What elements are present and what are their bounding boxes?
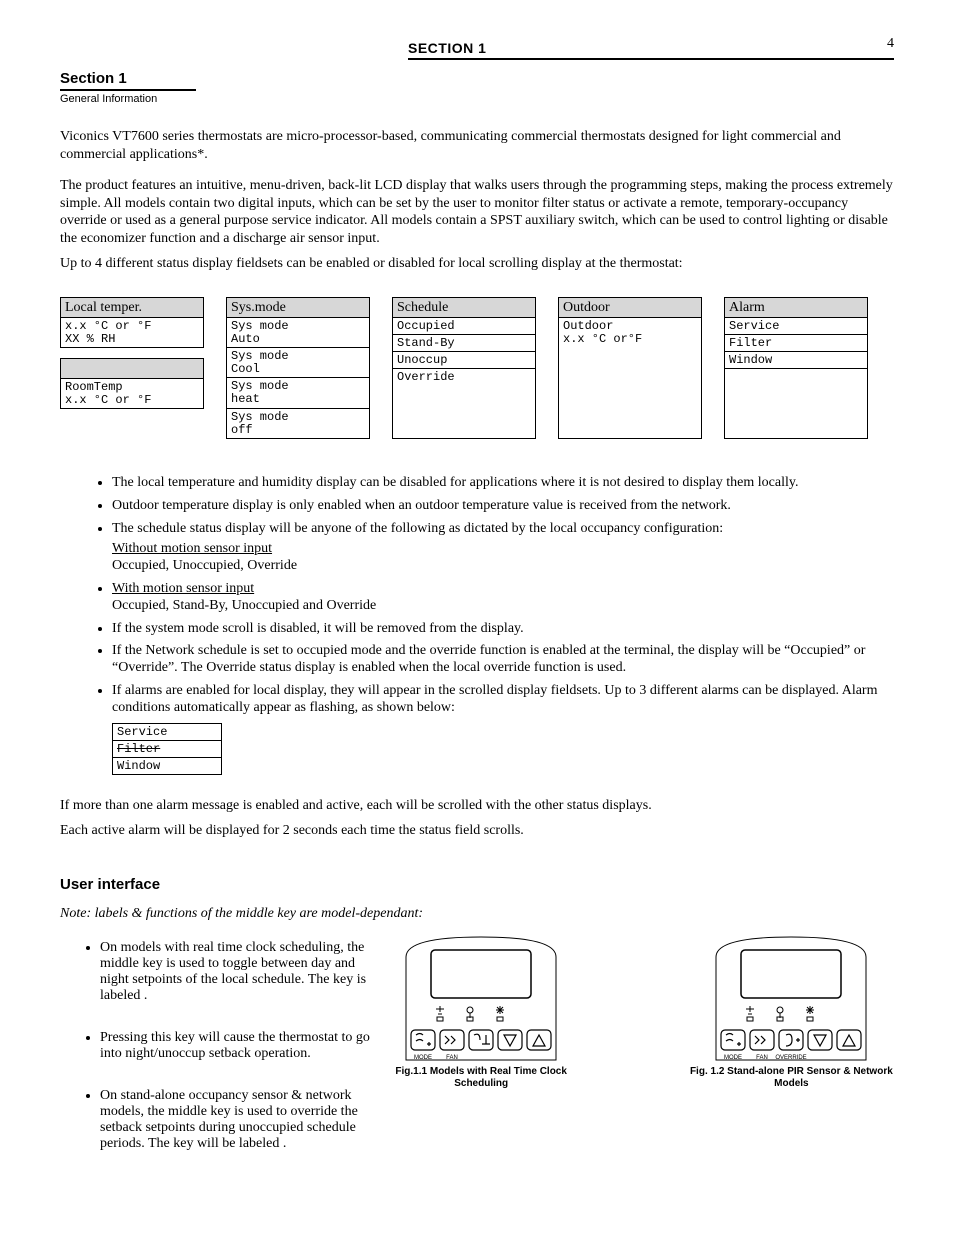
svg-text:FAN: FAN — [446, 1055, 458, 1061]
table-cell: Service — [725, 318, 867, 335]
section-title: Section 1 — [60, 70, 196, 87]
table-cell: Filter — [725, 335, 867, 352]
alarm-mini-table: Service Filter Window — [112, 723, 222, 775]
fieldset-intro: Up to 4 different status display fieldse… — [60, 255, 894, 273]
table-cell: Sys mode heat — [227, 378, 369, 408]
table-header: Local temper. — [61, 298, 203, 318]
table-cell: x.x °C or °F XX % RH — [61, 318, 203, 347]
keypad-caption-2: Fig. 1.2 Stand-alone PIR Sensor & Networ… — [689, 1066, 894, 1090]
table-header: Sys.mode — [227, 298, 369, 318]
keypad-figure-1: MODE FAN Fig.1.1 Models with Real Time C… — [384, 932, 579, 1192]
subhead: Without motion sensor input — [112, 541, 272, 556]
col-outdoor: Outdoor Outdoor x.x °C or°F — [558, 297, 702, 440]
table-cell: Sys mode off — [227, 409, 369, 438]
table-header: Outdoor — [559, 298, 701, 318]
bullets-list: The local temperature and humidity displ… — [72, 475, 894, 775]
table-cell: RoomTemp x.x °C or °F — [61, 379, 203, 408]
col-sys-mode: Sys.mode Sys mode Auto Sys mode Cool Sys… — [226, 297, 370, 440]
mini-cell-flashing: Filter — [113, 741, 221, 758]
table-local-2: RoomTemp x.x °C or °F — [60, 358, 204, 409]
mini-cell: Window — [113, 758, 221, 774]
table-cell: Outdoor x.x °C or°F — [559, 318, 701, 347]
interface-heading: User interface — [60, 876, 894, 893]
keypad-figures: MODE FAN Fig.1.1 Models with Real Time C… — [384, 932, 894, 1192]
table-local-1: Local temper. x.x °C or °F XX % RH — [60, 297, 204, 348]
keypad-svg-2: MODE FAN OVERRIDE — [706, 932, 876, 1062]
bullet: The local temperature and humidity displ… — [112, 475, 894, 492]
table-cell: Sys mode Auto — [227, 318, 369, 348]
keypad-svg-1: MODE FAN — [396, 932, 566, 1062]
iface-bullet: On stand-alone occupancy sensor & networ… — [100, 1088, 374, 1152]
section-subtitle: General Information — [60, 93, 196, 105]
keypad-caption-1: Fig.1.1 Models with Real Time Clock Sche… — [384, 1066, 579, 1090]
table-cell: Sys mode Cool — [227, 348, 369, 378]
page-content: Viconics VT7600 series thermostats are m… — [60, 128, 894, 1192]
interface-bullets: On models with real time clock schedulin… — [60, 940, 374, 1178]
interface-note: Note: labels & functions of the middle k… — [60, 905, 894, 923]
table-header: Schedule — [393, 298, 535, 318]
intro-paragraph-1: Viconics VT7600 series thermostats are m… — [60, 128, 894, 163]
table-cell — [725, 369, 867, 372]
sublist: Occupied, Stand-By, Unoccupied and Overr… — [112, 598, 894, 615]
iface-bullet: Pressing this key will cause the thermos… — [100, 1030, 374, 1062]
sublist: Occupied, Unoccupied, Override — [112, 558, 894, 575]
iface-bullet: On models with real time clock schedulin… — [100, 940, 374, 1004]
section-title-rule — [60, 89, 196, 91]
section-title-block: Section 1 General Information — [60, 70, 196, 105]
bullet-text: If alarms are enabled for local display,… — [112, 683, 877, 715]
intro-paragraph-2: The product features an intuitive, menu-… — [60, 177, 894, 247]
page-number: 4 — [866, 36, 894, 52]
table-header-blank — [61, 359, 203, 379]
svg-text:FAN: FAN — [757, 1055, 769, 1061]
alarm-text-1: If more than one alarm message is enable… — [60, 797, 894, 815]
header-rule — [408, 58, 894, 60]
alarm-text-2: Each active alarm will be displayed for … — [60, 822, 894, 840]
bullet: With motion sensor input Occupied, Stand… — [112, 581, 894, 615]
col-local-temper: Local temper. x.x °C or °F XX % RH RoomT… — [60, 297, 204, 440]
bullet: Outdoor temperature display is only enab… — [112, 498, 894, 515]
bullet: If the Network schedule is set to occupi… — [112, 643, 894, 677]
header-section-label: SECTION 1 — [408, 40, 486, 56]
table-header: Alarm — [725, 298, 867, 318]
col-alarm: Alarm Service Filter Window — [724, 297, 868, 440]
subhead: With motion sensor input — [112, 581, 254, 596]
svg-text:MODE: MODE — [724, 1055, 742, 1061]
keypad-figure-2: MODE FAN OVERRIDE Fig. 1.2 Stand-alone P… — [689, 932, 894, 1192]
svg-text:MODE: MODE — [414, 1055, 432, 1061]
status-tables-row: Local temper. x.x °C or °F XX % RH RoomT… — [60, 297, 894, 440]
bullet: If alarms are enabled for local display,… — [112, 683, 894, 775]
bullet: The schedule status display will be anyo… — [112, 521, 894, 575]
table-cell: Override — [393, 369, 535, 385]
table-cell: Occupied — [393, 318, 535, 335]
col-schedule: Schedule Occupied Stand-By Unoccup Overr… — [392, 297, 536, 440]
table-cell: Stand-By — [393, 335, 535, 352]
table-cell: Window — [725, 352, 867, 369]
table-cell: Unoccup — [393, 352, 535, 369]
mini-cell: Service — [113, 724, 221, 741]
bullet: If the system mode scroll is disabled, i… — [112, 621, 894, 638]
bullet-text: The schedule status display will be anyo… — [112, 521, 723, 536]
svg-text:OVERRIDE: OVERRIDE — [776, 1055, 807, 1061]
interface-row: On models with real time clock schedulin… — [60, 932, 894, 1192]
